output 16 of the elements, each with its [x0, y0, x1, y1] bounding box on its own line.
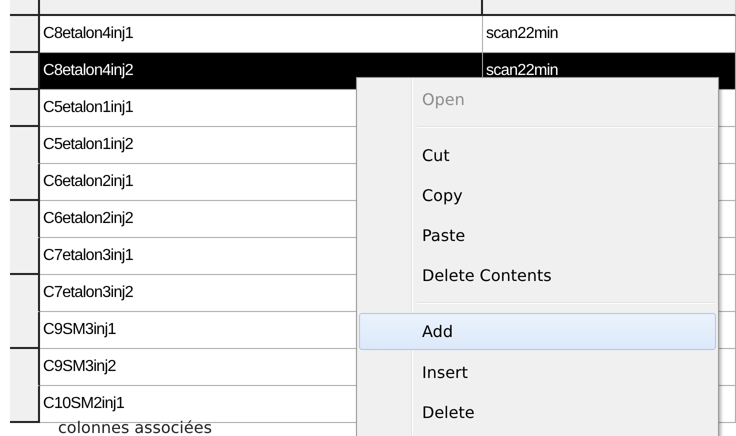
- row-header[interactable]: [10, 90, 40, 127]
- row-header[interactable]: [10, 127, 40, 164]
- row-header[interactable]: [10, 16, 40, 53]
- row-header[interactable]: [10, 312, 40, 349]
- column-header[interactable]: [40, 0, 483, 16]
- row-header[interactable]: [10, 386, 40, 423]
- row-header[interactable]: [10, 238, 40, 275]
- row-header[interactable]: [10, 275, 40, 312]
- row-header[interactable]: [10, 201, 40, 238]
- menu-item[interactable]: Add: [359, 313, 716, 350]
- row-header[interactable]: [10, 349, 40, 386]
- table-cell: scan22min: [483, 16, 736, 53]
- table-cell: C8etalon4inj1: [40, 16, 483, 53]
- row-header[interactable]: [10, 53, 40, 90]
- row-header[interactable]: [10, 164, 40, 201]
- caption-text: colonnes associées: [58, 420, 212, 436]
